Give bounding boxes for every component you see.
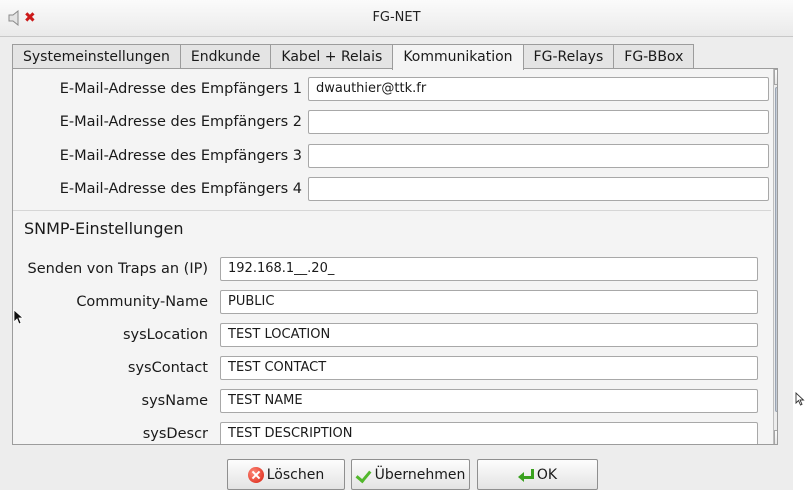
email-field-1[interactable]: dwauthier@ttk.fr xyxy=(308,77,769,101)
snmp-row-syslocation: sysLocation TEST LOCATION xyxy=(13,323,758,347)
delete-button[interactable]: Löschen xyxy=(227,459,345,490)
snmp-row-sysdescr: sysDescr TEST DESCRIPTION xyxy=(13,422,758,444)
email-field-4[interactable] xyxy=(308,177,769,201)
checkmark-icon xyxy=(356,467,372,483)
sysdescr-label: sysDescr xyxy=(142,426,208,442)
community-field[interactable]: PUBLIC xyxy=(220,290,758,314)
community-label: Community-Name xyxy=(76,294,208,310)
email-label-2: E-Mail-Adresse des Empfängers 2 xyxy=(59,114,302,130)
email-label-3: E-Mail-Adresse des Empfängers 3 xyxy=(59,148,302,164)
delete-icon xyxy=(247,466,264,483)
scrollbar-thumb[interactable] xyxy=(775,87,777,412)
syslocation-field[interactable]: TEST LOCATION xyxy=(220,323,758,347)
tab-fg-bbox[interactable]: FG-BBox xyxy=(613,44,695,69)
delete-button-label: Löschen xyxy=(266,466,325,483)
email-label-1: E-Mail-Adresse des Empfängers 1 xyxy=(59,81,302,97)
tab-kommunikation[interactable]: Kommunikation xyxy=(392,44,524,70)
enter-arrow-icon xyxy=(517,467,534,483)
syscontact-field[interactable]: TEST CONTACT xyxy=(220,356,758,380)
email-label-4: E-Mail-Adresse des Empfängers 4 xyxy=(59,181,302,197)
snmp-row-syscontact: sysContact TEST CONTACT xyxy=(13,356,758,380)
snmp-row-sysname: sysName TEST NAME xyxy=(13,389,758,413)
email-row-4: E-Mail-Adresse des Empfängers 4 xyxy=(26,177,769,201)
window-title: FG-NET xyxy=(372,10,421,25)
desktop-edge xyxy=(793,0,806,490)
tab-endkunde[interactable]: Endkunde xyxy=(179,44,272,69)
ok-button-label: OK xyxy=(536,466,558,483)
sysdescr-field[interactable]: TEST DESCRIPTION xyxy=(220,422,758,444)
trap-ip-label: Senden von Traps an (IP) xyxy=(27,261,208,277)
email-row-1: E-Mail-Adresse des Empfängers 1 dwauthie… xyxy=(26,77,769,101)
tab-fg-relays[interactable]: FG-Relays xyxy=(522,44,615,69)
email-field-2[interactable] xyxy=(308,110,769,134)
kommunikation-panel: E-Mail-Adresse des Empfängers 1 dwauthie… xyxy=(12,68,778,445)
ok-button[interactable]: OK xyxy=(477,459,598,490)
snmp-section-title: SNMP-Einstellungen xyxy=(24,219,184,238)
syslocation-label: sysLocation xyxy=(122,327,208,343)
section-divider xyxy=(13,210,771,211)
sysname-label: sysName xyxy=(141,393,208,409)
title-bar[interactable]: ✖ FG-NET xyxy=(0,0,793,37)
mouse-pointer-icon xyxy=(13,309,24,325)
app-window: ✖ FG-NET Systemeinstellungen Endkunde Ka… xyxy=(0,0,793,490)
scroll-down-button[interactable] xyxy=(774,430,777,444)
snmp-row-community: Community-Name PUBLIC xyxy=(13,290,758,314)
scroll-up-button[interactable] xyxy=(774,69,777,85)
apply-button[interactable]: Übernehmen xyxy=(351,459,470,490)
cursor-outline-icon xyxy=(795,392,805,406)
tab-systemeinstellungen[interactable]: Systemeinstellungen xyxy=(12,44,181,69)
tab-kabel-relais[interactable]: Kabel + Relais xyxy=(270,44,394,69)
sysname-field[interactable]: TEST NAME xyxy=(220,389,758,413)
apply-button-label: Übernehmen xyxy=(374,466,466,483)
scroll-content: E-Mail-Adresse des Empfängers 1 dwauthie… xyxy=(13,69,773,444)
trap-ip-field[interactable]: 192.168.1__.20_ xyxy=(220,257,758,281)
email-field-3[interactable] xyxy=(308,144,769,168)
vertical-scrollbar[interactable] xyxy=(773,69,777,444)
button-bar: Löschen Übernehmen OK xyxy=(0,452,793,490)
email-row-2: E-Mail-Adresse des Empfängers 2 xyxy=(26,110,769,134)
email-row-3: E-Mail-Adresse des Empfängers 3 xyxy=(26,144,769,168)
snmp-row-trap-ip: Senden von Traps an (IP) 192.168.1__.20_ xyxy=(13,257,758,281)
syscontact-label: sysContact xyxy=(127,360,208,376)
tab-bar: Systemeinstellungen Endkunde Kabel + Rel… xyxy=(12,44,695,70)
